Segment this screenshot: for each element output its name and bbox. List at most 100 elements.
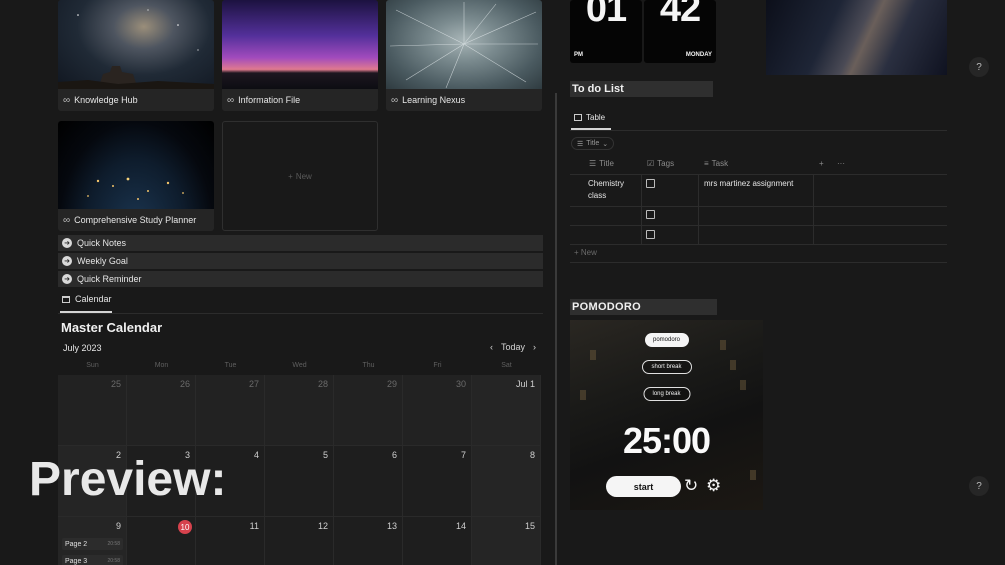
- divider: [570, 225, 947, 226]
- card-title: Information File: [238, 95, 301, 105]
- help-button[interactable]: ?: [969, 476, 989, 496]
- infinity-icon: ∞: [63, 214, 71, 226]
- calendar-page-chip[interactable]: Page 2 20:58: [62, 538, 123, 550]
- column-header-title[interactable]: ☰ Title: [589, 159, 614, 168]
- calendar-day[interactable]: 11: [196, 517, 265, 565]
- infinity-icon: ∞: [391, 94, 399, 106]
- column-header-task[interactable]: ≡ Task: [704, 159, 728, 168]
- calendar-day[interactable]: 6: [334, 446, 403, 517]
- more-options-icon[interactable]: ···: [837, 159, 845, 168]
- infinity-icon: ∞: [227, 94, 235, 106]
- chevron-right-icon[interactable]: ›: [533, 342, 536, 352]
- calendar-day[interactable]: 27: [196, 375, 265, 446]
- clock-hour: 01: [585, 0, 627, 30]
- gear-icon[interactable]: ⚙: [706, 477, 721, 494]
- window-light: [730, 360, 736, 370]
- preview-overlay-text: Preview:: [29, 453, 227, 506]
- table-icon: [574, 114, 582, 121]
- tag-checkbox[interactable]: [646, 179, 655, 188]
- table-row-title[interactable]: Chemistry class: [588, 178, 636, 202]
- today-button[interactable]: Today: [501, 342, 525, 352]
- calendar-day[interactable]: 14: [403, 517, 472, 565]
- calendar-day[interactable]: 29: [334, 375, 403, 446]
- plus-icon: +: [574, 248, 581, 257]
- calendar-icon: [62, 295, 70, 303]
- table-row-task[interactable]: mrs martinez assignment: [704, 178, 793, 190]
- calendar-day[interactable]: 30: [403, 375, 472, 446]
- tag-checkbox[interactable]: [646, 210, 655, 219]
- divider: [570, 262, 947, 263]
- plus-icon: +: [288, 171, 293, 181]
- column-divider: [555, 93, 557, 565]
- clock-minute-tile: 42 MONDAY: [644, 0, 716, 63]
- tag-checkbox[interactable]: [646, 230, 655, 239]
- add-column-button[interactable]: +: [819, 159, 824, 168]
- card-title: Learning Nexus: [402, 95, 466, 105]
- calendar-day[interactable]: Jul 1: [472, 375, 541, 446]
- column-header-tags[interactable]: ☑ Tags: [647, 159, 674, 168]
- pomodoro-title: POMODORO: [570, 299, 717, 315]
- list-icon: ☰: [589, 159, 597, 168]
- clock-ampm: PM: [574, 52, 583, 58]
- window-light: [590, 350, 596, 360]
- toggle-quick-notes[interactable]: ➜ Quick Notes: [58, 235, 543, 251]
- gallery-card-information-file[interactable]: ∞ Information File: [222, 0, 378, 111]
- calendar-title: Master Calendar: [61, 320, 163, 335]
- clock-day: MONDAY: [685, 52, 712, 58]
- clock-minute: 42: [659, 0, 701, 30]
- calendar-day[interactable]: 5: [265, 446, 334, 517]
- star-trails-image: [386, 0, 542, 89]
- gallery-card-knowledge-hub[interactable]: ∞ Knowledge Hub: [58, 0, 214, 111]
- sort-title-filter[interactable]: ☰ Title ⌄: [571, 137, 615, 150]
- divider: [813, 174, 814, 244]
- start-button[interactable]: start: [606, 476, 681, 497]
- calendar-day[interactable]: 26: [127, 375, 196, 446]
- text-icon: ≡: [704, 159, 709, 168]
- toggle-quick-reminder[interactable]: ➜ Quick Reminder: [58, 271, 543, 287]
- add-row-button[interactable]: + New: [574, 247, 597, 259]
- mode-short-break-button[interactable]: short break: [641, 360, 692, 374]
- calendar-day[interactable]: 25: [58, 375, 127, 446]
- weekday-header: Sat: [501, 362, 512, 369]
- divider: [570, 206, 947, 207]
- help-button[interactable]: ?: [969, 57, 989, 77]
- window-light: [740, 380, 746, 390]
- list-icon: ☰: [577, 140, 584, 148]
- window-light: [580, 390, 586, 400]
- reset-icon[interactable]: ↻: [684, 477, 698, 494]
- calendar-day[interactable]: 8: [472, 446, 541, 517]
- weekday-header: Mon: [154, 362, 169, 369]
- chevron-left-icon[interactable]: ‹: [490, 342, 493, 352]
- divider: [570, 130, 947, 131]
- today-badge: 10: [178, 520, 192, 534]
- calendar-day[interactable]: 13: [334, 517, 403, 565]
- toggle-weekly-goal[interactable]: ➜ Weekly Goal: [58, 253, 543, 269]
- weekday-header: Tue: [224, 362, 237, 369]
- divider: [570, 244, 947, 245]
- calendar-day-today[interactable]: 10: [127, 517, 196, 565]
- weekday-header: Sun: [86, 362, 99, 369]
- window-light: [720, 340, 726, 350]
- mode-long-break-button[interactable]: long break: [643, 387, 690, 401]
- weekday-header: Thu: [362, 362, 375, 369]
- calendar-day[interactable]: 9 Page 2 20:58 Page 3 20:58: [58, 517, 127, 565]
- gallery-card-learning-nexus[interactable]: ∞ Learning Nexus: [386, 0, 542, 111]
- chevron-down-icon: ⌄: [602, 140, 609, 148]
- tab-table[interactable]: Table: [574, 113, 605, 122]
- gallery-new-button[interactable]: + New: [222, 121, 378, 231]
- divider: [698, 174, 699, 244]
- calendar-day[interactable]: 7: [403, 446, 472, 517]
- divider: [570, 174, 947, 175]
- gallery-card-study-planner[interactable]: ∞ Comprehensive Study Planner: [58, 121, 214, 231]
- mode-pomodoro-button[interactable]: pomodoro: [644, 333, 689, 347]
- calendar-day[interactable]: 15: [472, 517, 541, 565]
- calendar-day[interactable]: 12: [265, 517, 334, 565]
- calendar-page-chip[interactable]: Page 3 20:58: [62, 555, 123, 565]
- weekday-header: Fri: [433, 362, 442, 369]
- calendar-month: July 2023: [63, 343, 102, 353]
- window-light: [750, 470, 756, 480]
- todo-title: To do List: [570, 81, 713, 97]
- arrow-right-icon: ➜: [62, 238, 72, 248]
- calendar-day[interactable]: 28: [265, 375, 334, 446]
- tab-calendar[interactable]: Calendar: [62, 294, 112, 304]
